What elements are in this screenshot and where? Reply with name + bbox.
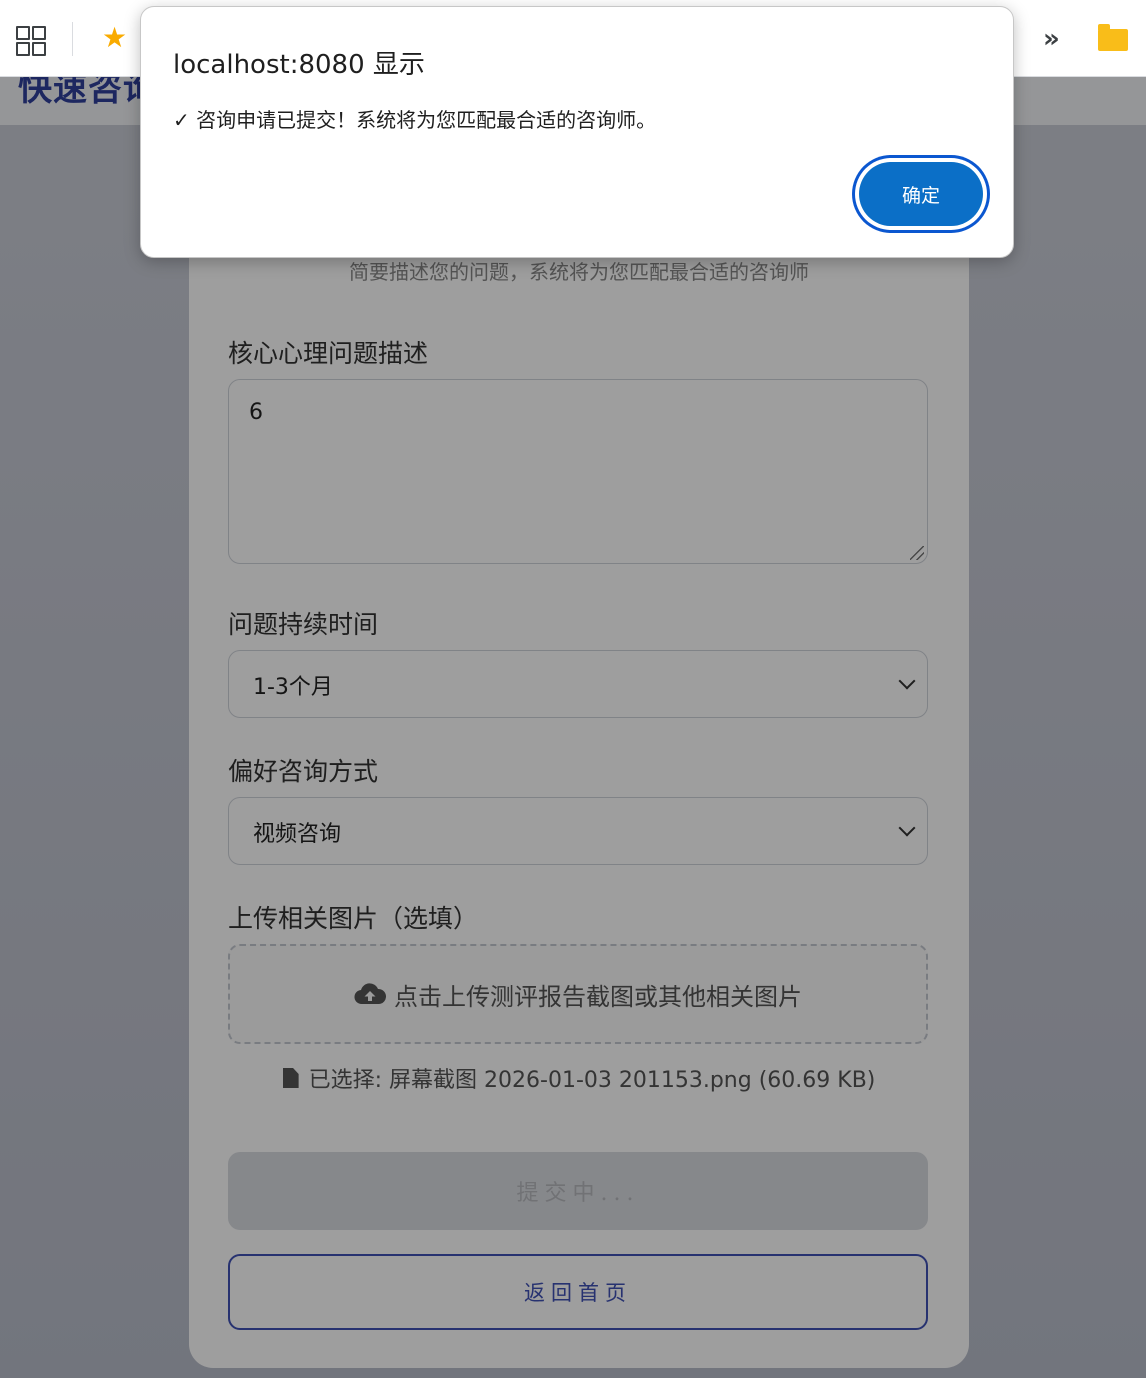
apps-grid-icon[interactable] <box>14 24 46 56</box>
dialog-title: localhost:8080 显示 <box>173 50 425 80</box>
more-bookmarks-icon[interactable]: » <box>1043 22 1060 56</box>
star-icon[interactable]: ★ <box>102 22 127 54</box>
modal-overlay <box>0 77 1146 1378</box>
alert-dialog: localhost:8080 显示 ✓ 咨询申请已提交！系统将为您匹配最合适的咨… <box>140 6 1014 258</box>
ok-button[interactable]: 确定 <box>859 162 983 226</box>
bookmarks-divider <box>72 22 73 56</box>
dialog-message: ✓ 咨询申请已提交！系统将为您匹配最合适的咨询师。 <box>173 108 657 132</box>
folder-icon[interactable] <box>1098 24 1128 51</box>
